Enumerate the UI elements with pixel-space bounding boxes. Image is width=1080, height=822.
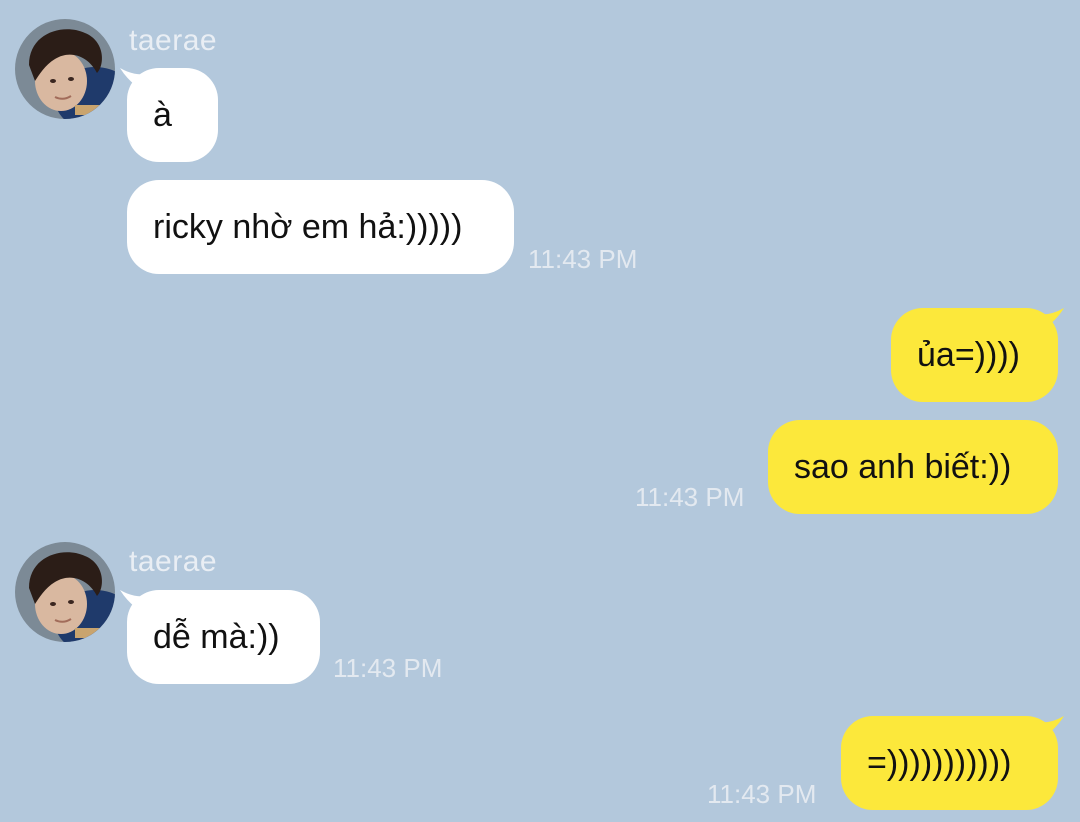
message-text: ricky nhờ em hả:)))))	[153, 208, 463, 246]
message-bubble[interactable]: ủa=))))	[891, 308, 1058, 402]
profile-photo-icon	[15, 19, 115, 119]
avatar[interactable]	[15, 542, 115, 642]
message-timestamp: 11:43 PM	[635, 482, 745, 512]
message-text: ủa=))))	[917, 336, 1020, 374]
message-timestamp: 11:43 PM	[333, 653, 443, 683]
message-bubble[interactable]: dễ mà:))	[127, 590, 320, 684]
message-bubble[interactable]: à	[127, 68, 218, 162]
message-timestamp: 11:43 PM	[707, 779, 817, 809]
message-timestamp: 11:43 PM	[528, 244, 638, 274]
sender-name: taerae	[129, 545, 218, 578]
message-text: sao anh biết:))	[794, 448, 1012, 486]
message-text: =)))))))))))	[867, 744, 1012, 782]
message-text: à	[153, 96, 172, 134]
chat-view[interactable]: taerae à ricky nhờ em hả:))))) 11:43 PM …	[0, 0, 1080, 822]
profile-photo-icon	[15, 542, 115, 642]
message-bubble[interactable]: =)))))))))))	[841, 716, 1058, 810]
message-bubble[interactable]: sao anh biết:))	[768, 420, 1058, 514]
message-bubble[interactable]: ricky nhờ em hả:)))))	[127, 180, 514, 274]
avatar[interactable]	[15, 19, 115, 119]
message-text: dễ mà:))	[153, 618, 280, 656]
sender-name: taerae	[129, 24, 218, 57]
